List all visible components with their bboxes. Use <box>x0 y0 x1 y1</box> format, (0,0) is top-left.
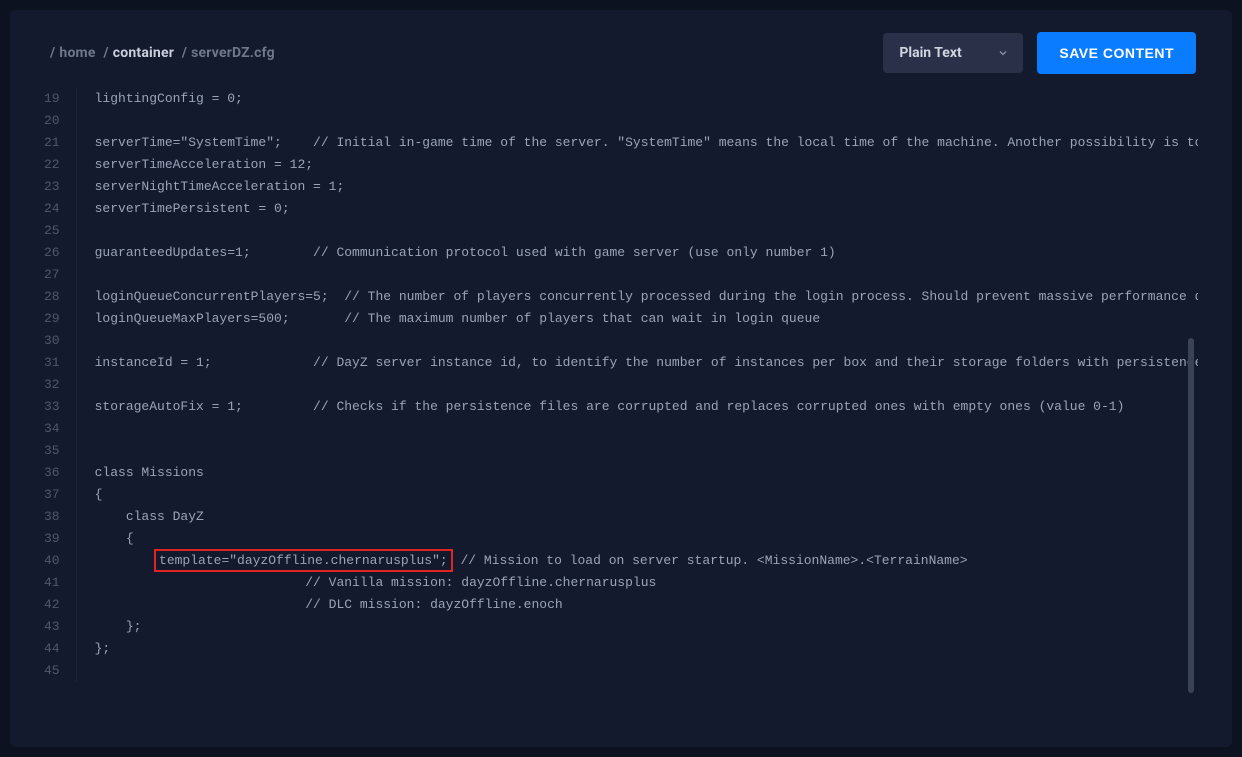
code-line[interactable]: 30 <box>44 330 1198 352</box>
breadcrumb-seg-home[interactable]: home <box>59 45 95 61</box>
line-number: 28 <box>44 286 77 308</box>
code-line[interactable]: 38 class DayZ <box>44 506 1198 528</box>
chevron-down-icon <box>997 47 1009 59</box>
code-content[interactable]: serverTime="SystemTime"; // Initial in-g… <box>77 132 1198 154</box>
code-content[interactable]: template="dayzOffline.chernarusplus"; //… <box>77 550 1198 572</box>
line-number: 19 <box>44 88 77 110</box>
line-number: 26 <box>44 242 77 264</box>
code-content[interactable]: serverTimeAcceleration = 12; <box>77 154 1198 176</box>
line-number: 32 <box>44 374 77 396</box>
code-content[interactable] <box>77 110 1198 132</box>
code-line[interactable]: 45 <box>44 660 1198 682</box>
syntax-select[interactable]: Plain Text <box>883 33 1023 73</box>
highlighted-text: template="dayzOffline.chernarusplus"; <box>154 549 453 572</box>
code-line[interactable]: 36class Missions <box>44 462 1198 484</box>
line-number: 21 <box>44 132 77 154</box>
line-number: 42 <box>44 594 77 616</box>
code-content[interactable]: loginQueueMaxPlayers=500; // The maximum… <box>77 308 1198 330</box>
line-number: 40 <box>44 550 77 572</box>
code-content[interactable]: { <box>77 528 1198 550</box>
code-content[interactable]: serverNightTimeAcceleration = 1; <box>77 176 1198 198</box>
line-number: 30 <box>44 330 77 352</box>
code-line[interactable]: 26guaranteedUpdates=1; // Communication … <box>44 242 1198 264</box>
line-number: 41 <box>44 572 77 594</box>
code-line[interactable]: 43 }; <box>44 616 1198 638</box>
line-number: 34 <box>44 418 77 440</box>
line-number: 25 <box>44 220 77 242</box>
code-content[interactable]: { <box>77 484 1198 506</box>
code-content[interactable]: }; <box>77 616 1198 638</box>
line-number: 24 <box>44 198 77 220</box>
code-line[interactable]: 35 <box>44 440 1198 462</box>
code-content[interactable]: serverTimePersistent = 0; <box>77 198 1198 220</box>
code-line[interactable]: 39 { <box>44 528 1198 550</box>
code-line[interactable]: 28loginQueueConcurrentPlayers=5; // The … <box>44 286 1198 308</box>
editor-topbar: /home /container /serverDZ.cfg Plain Tex… <box>10 10 1232 88</box>
code-line[interactable]: 19lightingConfig = 0; <box>44 88 1198 110</box>
line-number: 22 <box>44 154 77 176</box>
path-separator: / <box>50 45 55 61</box>
code-line[interactable]: 42 // DLC mission: dayzOffline.enoch <box>44 594 1198 616</box>
code-line[interactable]: 27 <box>44 264 1198 286</box>
code-content[interactable]: storageAutoFix = 1; // Checks if the per… <box>77 396 1198 418</box>
code-line[interactable]: 31instanceId = 1; // DayZ server instanc… <box>44 352 1198 374</box>
code-content[interactable]: lightingConfig = 0; <box>77 88 1198 110</box>
editor-area: 19lightingConfig = 0;2021serverTime="Sys… <box>10 88 1232 747</box>
code-content[interactable]: class Missions <box>77 462 1198 484</box>
path-separator: / <box>182 45 187 61</box>
line-number: 33 <box>44 396 77 418</box>
line-number: 36 <box>44 462 77 484</box>
code-content[interactable] <box>77 374 1198 396</box>
code-line[interactable]: 32 <box>44 374 1198 396</box>
code-line[interactable]: 25 <box>44 220 1198 242</box>
syntax-select-value: Plain Text <box>899 45 961 61</box>
line-number: 20 <box>44 110 77 132</box>
breadcrumb-seg-file: serverDZ.cfg <box>191 45 275 61</box>
code-line[interactable]: 23serverNightTimeAcceleration = 1; <box>44 176 1198 198</box>
breadcrumb-seg-container[interactable]: container <box>113 45 174 61</box>
code-line[interactable]: 24serverTimePersistent = 0; <box>44 198 1198 220</box>
scrollbar-vertical[interactable] <box>1188 338 1194 693</box>
code-line[interactable]: 37{ <box>44 484 1198 506</box>
code-content[interactable]: // Vanilla mission: dayzOffline.chernaru… <box>77 572 1198 594</box>
line-number: 44 <box>44 638 77 660</box>
code-content[interactable] <box>77 220 1198 242</box>
code-line[interactable]: 22serverTimeAcceleration = 12; <box>44 154 1198 176</box>
line-number: 38 <box>44 506 77 528</box>
file-editor-panel: /home /container /serverDZ.cfg Plain Tex… <box>10 10 1232 747</box>
code-line[interactable]: 21serverTime="SystemTime"; // Initial in… <box>44 132 1198 154</box>
line-number: 23 <box>44 176 77 198</box>
code-content[interactable]: guaranteedUpdates=1; // Communication pr… <box>77 242 1198 264</box>
code-line[interactable]: 29loginQueueMaxPlayers=500; // The maxim… <box>44 308 1198 330</box>
code-content[interactable] <box>77 660 1198 682</box>
code-line[interactable]: 44}; <box>44 638 1198 660</box>
path-separator: / <box>103 45 108 61</box>
code-content[interactable]: loginQueueConcurrentPlayers=5; // The nu… <box>77 286 1198 308</box>
code-line[interactable]: 40 template="dayzOffline.chernarusplus";… <box>44 550 1198 572</box>
code-editor[interactable]: 19lightingConfig = 0;2021serverTime="Sys… <box>44 88 1198 713</box>
code-line[interactable]: 33storageAutoFix = 1; // Checks if the p… <box>44 396 1198 418</box>
line-number: 37 <box>44 484 77 506</box>
line-number: 35 <box>44 440 77 462</box>
code-line[interactable]: 41 // Vanilla mission: dayzOffline.chern… <box>44 572 1198 594</box>
breadcrumb: /home /container /serverDZ.cfg <box>46 45 275 61</box>
line-number: 39 <box>44 528 77 550</box>
save-button[interactable]: SAVE CONTENT <box>1037 32 1196 74</box>
code-content[interactable]: // DLC mission: dayzOffline.enoch <box>77 594 1198 616</box>
code-content[interactable]: }; <box>77 638 1198 660</box>
line-number: 31 <box>44 352 77 374</box>
line-number: 29 <box>44 308 77 330</box>
code-content[interactable] <box>77 440 1198 462</box>
code-content[interactable] <box>77 330 1198 352</box>
line-number: 43 <box>44 616 77 638</box>
code-content[interactable] <box>77 418 1198 440</box>
code-line[interactable]: 34 <box>44 418 1198 440</box>
code-content[interactable] <box>77 264 1198 286</box>
code-content[interactable]: instanceId = 1; // DayZ server instance … <box>77 352 1198 374</box>
line-number: 45 <box>44 660 77 682</box>
code-content[interactable]: class DayZ <box>77 506 1198 528</box>
line-number: 27 <box>44 264 77 286</box>
code-line[interactable]: 20 <box>44 110 1198 132</box>
